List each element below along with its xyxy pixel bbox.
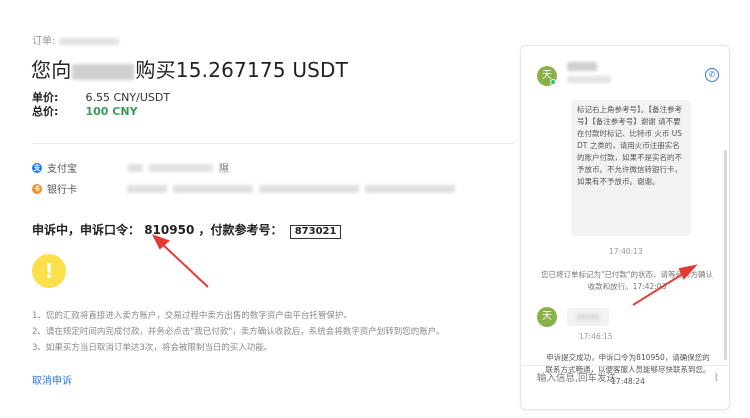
alipay-account-redacted <box>127 163 143 172</box>
divider <box>521 365 729 366</box>
note-item: 1、您的汇款将直接进入卖方账户，交易过程中卖方出售的数字资产由平台托管保护。 <box>32 311 352 321</box>
chat-input[interactable] <box>537 371 697 385</box>
bank-account-redacted <box>259 184 359 193</box>
attachment-icon[interactable]: ⌇ <box>714 371 719 384</box>
bank-card-icon: 卡 <box>32 183 42 194</box>
contact-info-redacted <box>567 76 611 83</box>
message-timestamp: 17:40:13 <box>609 247 643 256</box>
note-item: 3、如果买方当日取消订单达3次，将会被限制当日的买入功能。 <box>32 343 273 353</box>
bank-account-redacted <box>365 184 455 193</box>
notes-list: 1、您的汇款将直接进入卖方账户，交易过程中卖方出售的数字资产由平台托管保护。 2… <box>32 308 445 356</box>
cancel-appeal-link[interactable]: 取消申诉 <box>32 372 72 387</box>
chat-messages: 标记右上角参考号】。【备注参考号】【备注参考号】谢谢 请不要在付款时标记、比特币… <box>521 100 729 386</box>
bank-account-redacted <box>127 184 167 193</box>
appeal-ref-label: ，付款参考号： <box>198 223 283 237</box>
appeal-prefix: 申诉中，申诉口令： <box>32 223 141 237</box>
message-redacted <box>577 314 599 320</box>
total-price-value: 100 CNY <box>85 105 138 118</box>
payment-reference-number: 873021 <box>289 225 342 239</box>
total-price-label: 总价: <box>32 105 59 118</box>
order-label: 订单: <box>32 36 56 47</box>
chat-header: 天 ✆ <box>521 46 729 100</box>
payment-method-alipay: 支 支付宝 隰 <box>32 160 229 175</box>
payment-label-alipay: 支付宝 <box>47 164 77 175</box>
chat-message-bubble <box>567 308 609 326</box>
chat-message-bubble: 标记右上角参考号】。【备注参考号】【备注参考号】谢谢 请不要在付款时标记、比特币… <box>571 100 691 236</box>
page-title: 您向 购买15.267175 USDT <box>31 54 348 83</box>
payment-label-bank: 银行卡 <box>47 185 77 196</box>
alipay-name-tail: 隰 <box>219 164 229 175</box>
phone-icon[interactable]: ✆ <box>705 68 719 82</box>
order-panel: 订单: 您向 购买15.267175 USDT 单价: 6.55 CNY/USDT… <box>0 0 515 418</box>
title-suffix: 购买15.267175 USDT <box>135 58 349 82</box>
appeal-code: 810950 <box>144 223 195 237</box>
divider <box>32 143 514 144</box>
warning-icon: ! <box>32 254 66 288</box>
note-item: 2、请在规定时间内完成付款，并务必点击"我已付款"，卖方确认收款后，系统会将数字… <box>32 327 445 337</box>
system-message: 您已将订单标记为"已付款"的状态，请等待对方确认收款和放行。17:42:03 <box>541 270 713 291</box>
order-id-redacted <box>59 37 120 45</box>
alipay-icon: 支 <box>32 162 42 173</box>
message-timestamp: 17:46:15 <box>579 332 613 341</box>
appeal-status: 申诉中，申诉口令： 810950 ，付款参考号： 873021 <box>32 221 342 239</box>
seller-name-redacted <box>72 63 135 80</box>
total-price-row: 总价: 100 CNY <box>32 103 138 119</box>
alipay-account-redacted <box>149 163 213 172</box>
online-status-dot <box>550 79 556 85</box>
avatar: 天 <box>537 307 557 327</box>
chat-scrollbar[interactable] <box>724 150 727 360</box>
payment-method-bank: 卡 银行卡 <box>32 181 461 196</box>
bank-account-redacted <box>173 184 253 193</box>
chat-panel: 天 ✆ 标记右上角参考号】。【备注参考号】【备注参考号】谢谢 请不要在付款时标记… <box>520 45 730 410</box>
order-number: 订单: <box>32 32 120 47</box>
contact-name-redacted <box>567 62 597 71</box>
title-prefix: 您向 <box>31 58 72 82</box>
